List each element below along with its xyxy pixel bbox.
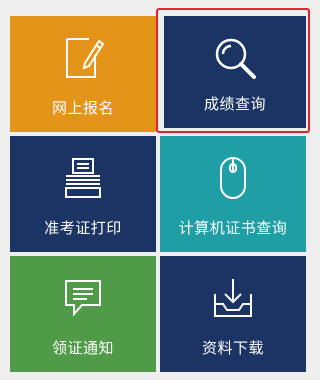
mouse-icon — [160, 154, 306, 202]
tile-score-query[interactable]: 成绩查询 — [160, 12, 310, 132]
tile-materials-download[interactable]: 资料下载 — [160, 256, 306, 372]
tile-label: 网上报名 — [51, 99, 114, 117]
tile-admission-ticket-print[interactable]: 准考证打印 — [10, 136, 156, 252]
download-tray-icon — [160, 274, 306, 322]
edit-document-icon — [10, 34, 156, 82]
tile-online-registration[interactable]: 网上报名 — [10, 16, 156, 132]
tile-label: 准考证打印 — [44, 219, 122, 237]
message-icon — [10, 274, 156, 322]
tile-certificate-collection-notice[interactable]: 领证通知 — [10, 256, 156, 372]
tile-label: 计算机证书查询 — [178, 219, 288, 237]
tile-label: 领证通知 — [51, 339, 114, 357]
tile-computer-certificate-query[interactable]: 计算机证书查询 — [160, 136, 306, 252]
tile-label: 资料下载 — [201, 339, 264, 357]
tile-label: 成绩查询 — [203, 95, 266, 113]
service-tile-grid: 网上报名 成绩查询 准考证打印 计算机证书查询 领证通知 资料下载 — [0, 0, 315, 380]
search-icon — [164, 34, 306, 82]
printer-icon — [10, 154, 156, 202]
